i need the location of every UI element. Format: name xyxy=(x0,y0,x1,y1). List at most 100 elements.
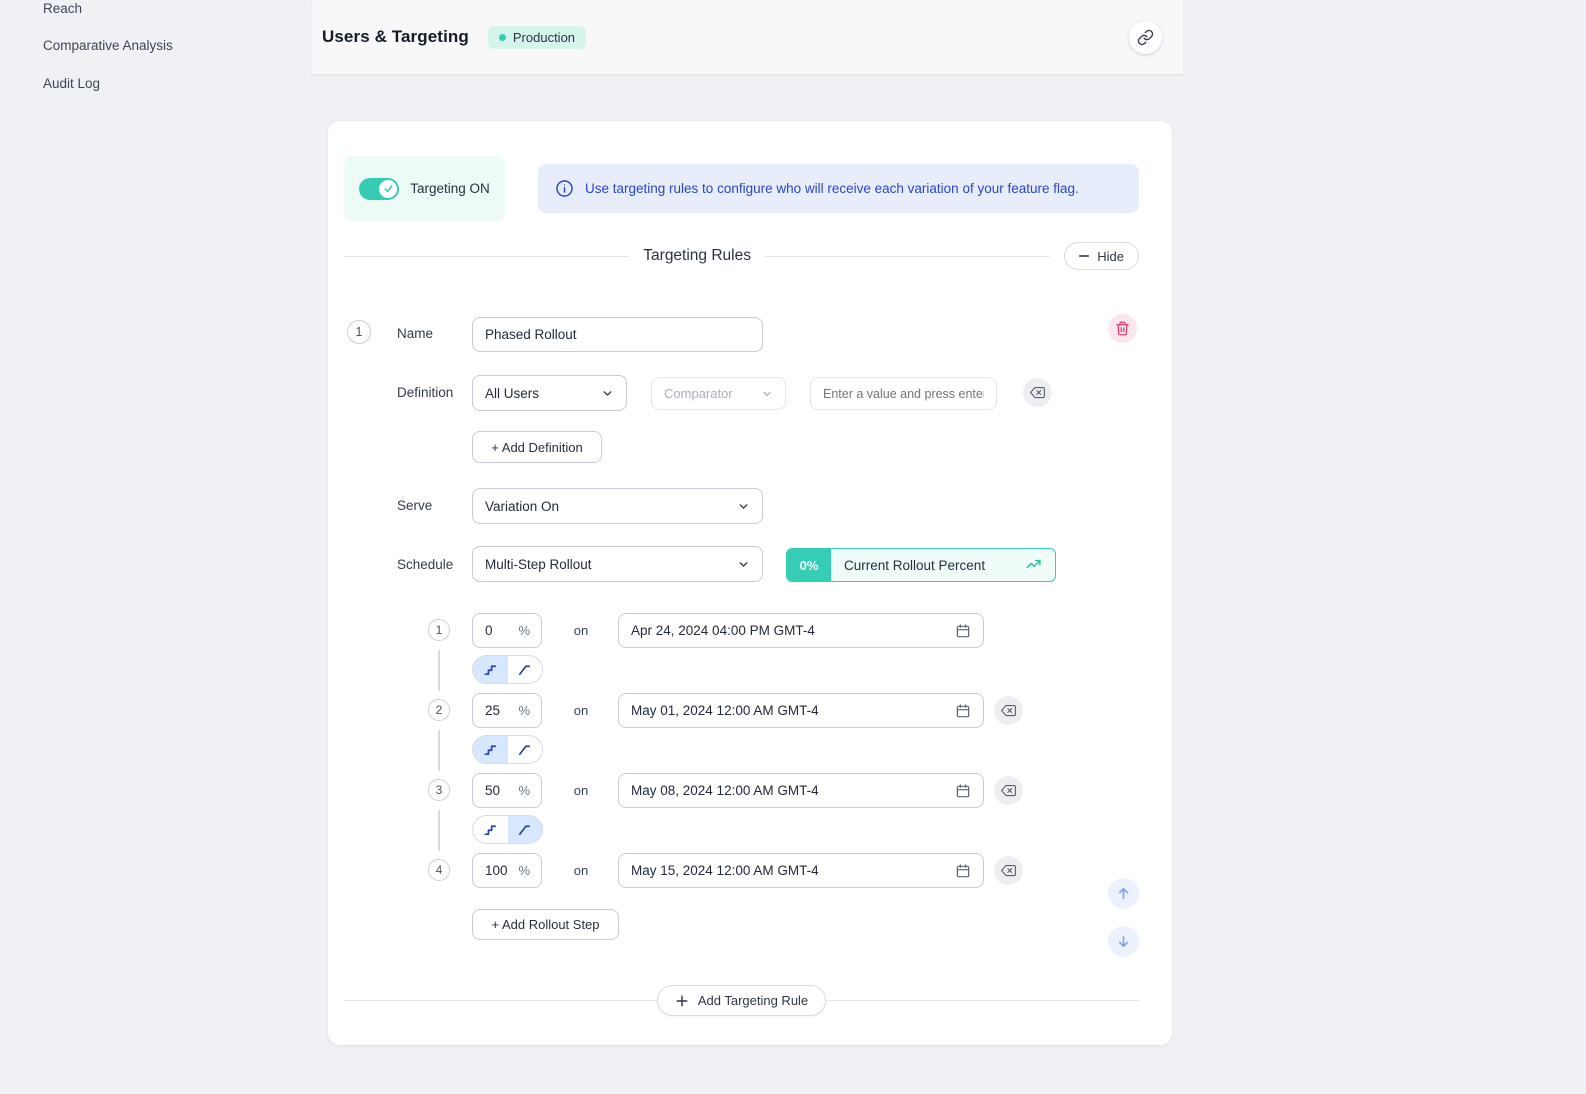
step-function-icon xyxy=(483,822,498,837)
info-icon xyxy=(555,179,574,198)
step-date-input[interactable] xyxy=(631,623,955,638)
transition-toggle xyxy=(472,655,543,684)
step-connector xyxy=(328,648,1172,693)
on-label: on xyxy=(568,613,594,648)
step-percent-input[interactable] xyxy=(485,703,515,718)
divider-line xyxy=(826,1000,1139,1001)
targeting-rules-divider: Targeting Rules Hide xyxy=(344,241,1139,271)
info-banner-text: Use targeting rules to configure who wil… xyxy=(585,181,1079,196)
targeting-card: Targeting ON Use targeting rules to conf… xyxy=(328,121,1172,1045)
chevron-down-icon xyxy=(737,500,750,513)
add-targeting-rule-button[interactable]: Add Targeting Rule xyxy=(657,985,826,1016)
hide-rules-button[interactable]: Hide xyxy=(1064,242,1139,270)
definition-label: Definition xyxy=(397,385,453,400)
divider-line xyxy=(344,256,629,257)
environment-label: Production xyxy=(513,30,575,45)
delete-rule-button[interactable] xyxy=(1108,314,1137,343)
percent-suffix: % xyxy=(518,703,530,718)
step-percent-input[interactable] xyxy=(485,623,515,638)
step-transition-button[interactable] xyxy=(473,656,508,683)
ramp-transition-button[interactable] xyxy=(508,656,543,683)
remove-step-button[interactable] xyxy=(994,776,1023,805)
ramp-function-icon xyxy=(517,742,532,757)
page-title: Users & Targeting xyxy=(322,27,469,47)
ramp-function-icon xyxy=(517,822,532,837)
step-date-input[interactable] xyxy=(631,863,955,878)
on-label: on xyxy=(568,773,594,808)
step-date-field xyxy=(618,773,984,808)
clear-definition-button[interactable] xyxy=(1023,378,1052,407)
divider-line xyxy=(765,256,1050,257)
definition-value-input[interactable] xyxy=(810,377,997,410)
step-percent-input[interactable] xyxy=(485,863,515,878)
add-definition-button[interactable]: + Add Definition xyxy=(472,431,602,463)
trending-up-icon xyxy=(1025,557,1042,574)
add-rollout-step-button[interactable]: + Add Rollout Step xyxy=(472,909,619,940)
step-connector xyxy=(328,728,1172,773)
calendar-icon[interactable] xyxy=(955,863,971,879)
trash-icon xyxy=(1115,321,1130,336)
rollout-step-row: 2% on xyxy=(328,693,1172,728)
calendar-icon[interactable] xyxy=(955,783,971,799)
step-date-field xyxy=(618,853,984,888)
chevron-down-icon xyxy=(737,558,750,571)
targeting-toggle[interactable] xyxy=(359,178,399,200)
chevron-down-icon xyxy=(761,388,773,400)
step-date-field xyxy=(618,693,984,728)
calendar-icon[interactable] xyxy=(955,703,971,719)
remove-step-button[interactable] xyxy=(994,856,1023,885)
step-number: 3 xyxy=(428,779,450,801)
comparator-select-placeholder: Comparator xyxy=(664,386,733,401)
step-function-icon xyxy=(483,742,498,757)
serve-label: Serve xyxy=(397,498,432,513)
serve-select-value: Variation On xyxy=(485,499,559,514)
serve-select[interactable]: Variation On xyxy=(472,488,763,524)
step-percent-field: % xyxy=(472,853,542,888)
sidebar-item-comparative-analysis[interactable]: Comparative Analysis xyxy=(43,37,173,55)
page-header: Users & Targeting Production xyxy=(312,0,1183,75)
definition-select-value: All Users xyxy=(485,386,539,401)
sidebar-item-audit-log[interactable]: Audit Log xyxy=(43,75,100,93)
targeting-toggle-box: Targeting ON xyxy=(344,156,505,221)
step-connector xyxy=(328,808,1172,853)
step-percent-field: % xyxy=(472,613,542,648)
step-number: 1 xyxy=(428,619,450,641)
minus-icon xyxy=(1079,255,1089,257)
ramp-transition-button[interactable] xyxy=(508,736,543,763)
on-label: on xyxy=(568,693,594,728)
divider-line xyxy=(344,1000,657,1001)
info-banner: Use targeting rules to configure who wil… xyxy=(538,164,1139,213)
rule-name-input[interactable] xyxy=(472,317,763,352)
schedule-select[interactable]: Multi-Step Rollout xyxy=(472,546,763,582)
step-number: 2 xyxy=(428,699,450,721)
rule-number: 1 xyxy=(347,320,371,344)
schedule-label: Schedule xyxy=(397,557,453,572)
remove-step-button[interactable] xyxy=(994,696,1023,725)
move-rule-down-button[interactable] xyxy=(1108,926,1139,957)
sidebar-item-reach[interactable]: Reach xyxy=(43,0,82,18)
backspace-icon xyxy=(1001,703,1016,718)
arrow-down-icon xyxy=(1116,934,1131,949)
transition-toggle xyxy=(472,735,543,764)
step-date-input[interactable] xyxy=(631,783,955,798)
rollout-step-row: 4%on xyxy=(328,853,1172,888)
step-percent-input[interactable] xyxy=(485,783,515,798)
rollout-percent-value: 0% xyxy=(787,549,831,581)
definition-select[interactable]: All Users xyxy=(472,375,627,411)
step-date-field xyxy=(618,613,984,648)
ramp-transition-button[interactable] xyxy=(508,816,543,843)
percent-suffix: % xyxy=(518,783,530,798)
percent-suffix: % xyxy=(518,623,530,638)
step-percent-field: % xyxy=(472,693,542,728)
copy-link-button[interactable] xyxy=(1129,21,1162,54)
calendar-icon[interactable] xyxy=(955,623,971,639)
step-transition-button[interactable] xyxy=(473,816,508,843)
comparator-select[interactable]: Comparator xyxy=(651,377,786,410)
step-number: 4 xyxy=(428,859,450,881)
ramp-function-icon xyxy=(517,662,532,677)
add-targeting-rule-label: Add Targeting Rule xyxy=(698,993,808,1008)
step-date-input[interactable] xyxy=(631,703,955,718)
step-transition-button[interactable] xyxy=(473,736,508,763)
percent-suffix: % xyxy=(518,863,530,878)
page: Reach Comparative Analysis Audit Log Use… xyxy=(0,0,1586,1094)
